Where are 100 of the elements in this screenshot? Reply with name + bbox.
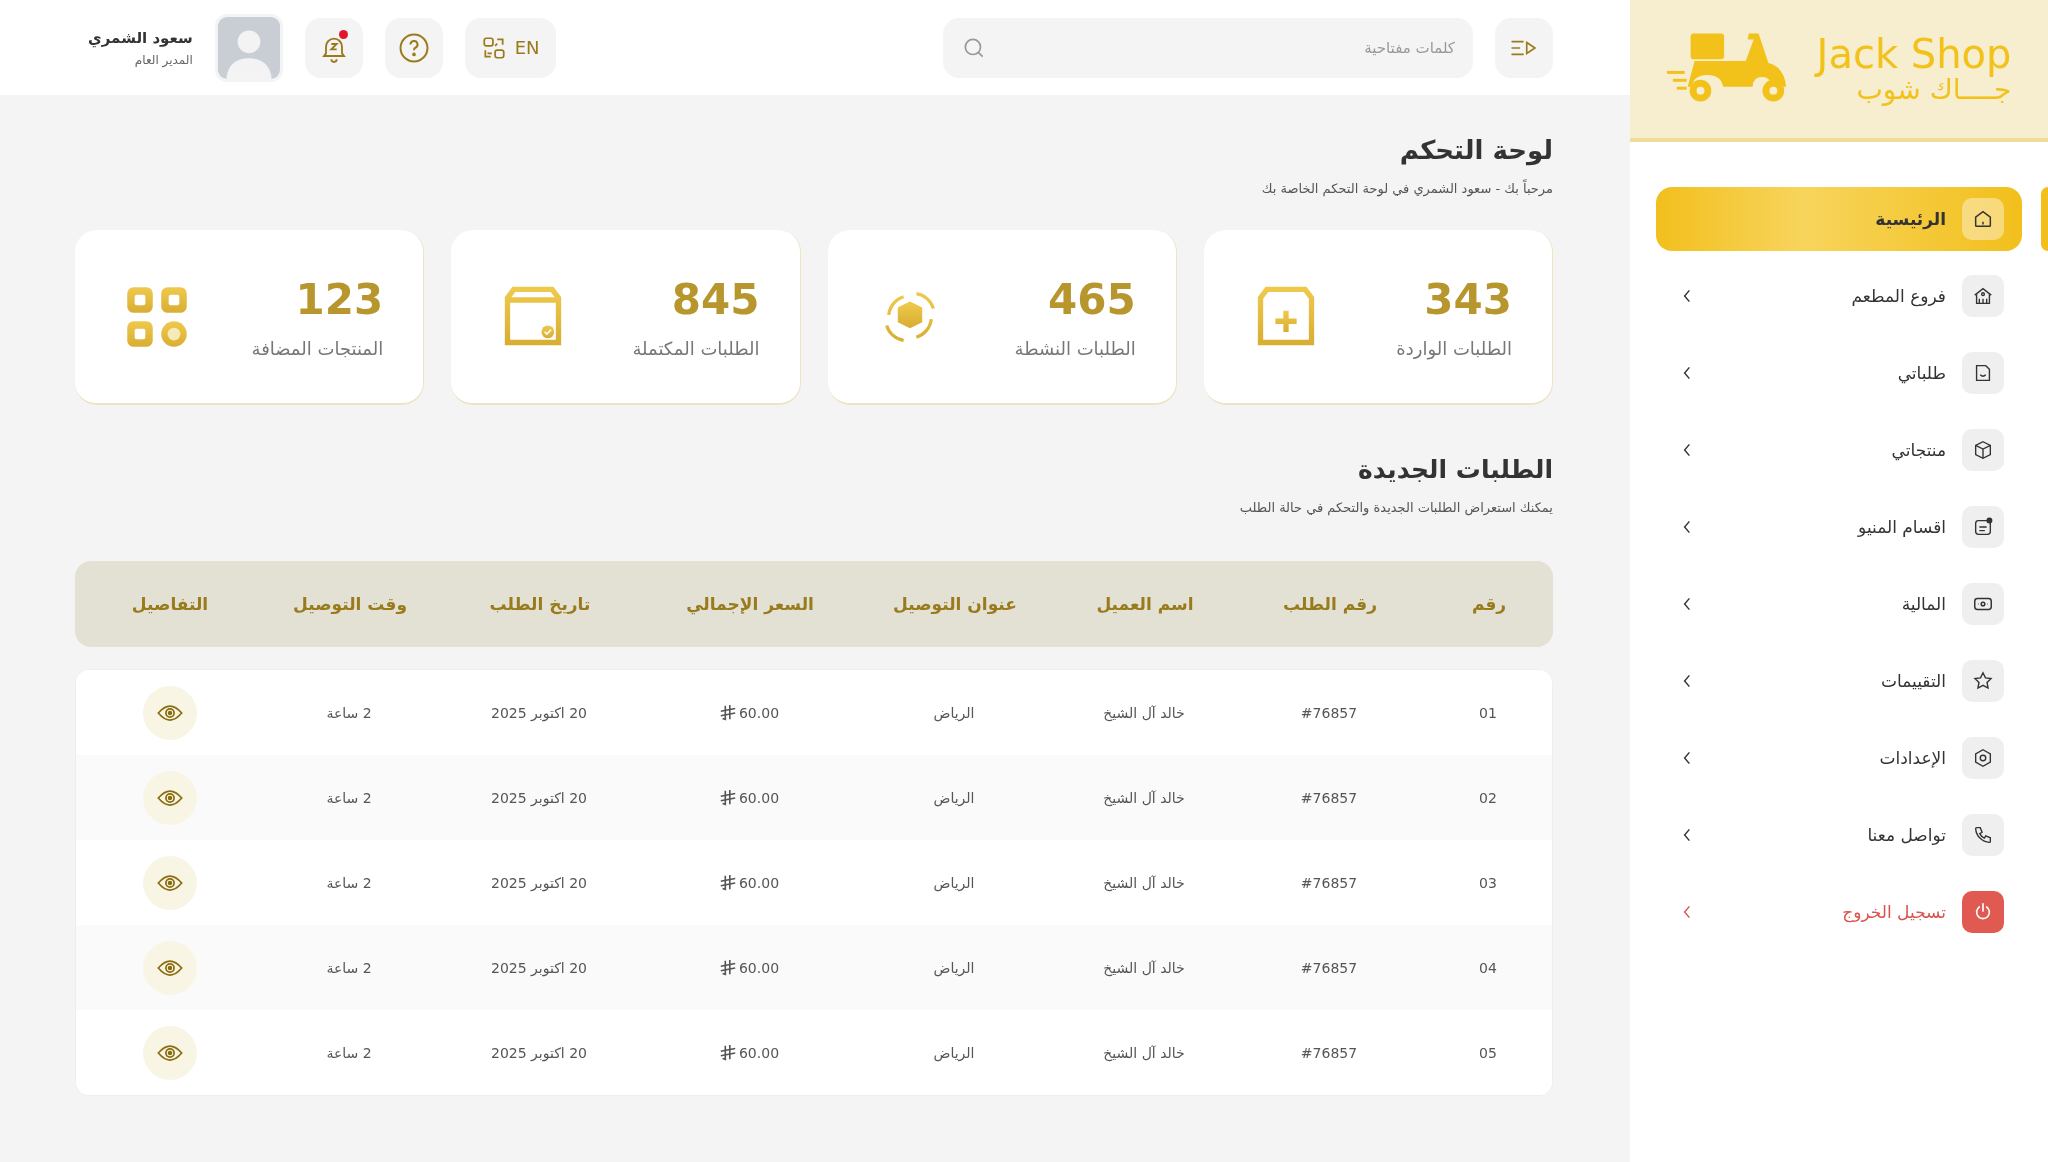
section-title: الطلبات الجديدة [1357, 455, 1553, 484]
table-cell: الرياض [933, 789, 975, 806]
chevron-icon [1682, 904, 1692, 920]
table-cell: #76857 [1300, 789, 1358, 806]
table-cell: 05 [1479, 1044, 1497, 1061]
column-header: السعر الإجمالي [685, 594, 815, 614]
phone-icon [1962, 814, 2004, 856]
stat-value: 465 [1047, 274, 1136, 324]
table-cell: #76857 [1300, 704, 1358, 721]
table-cell: 60.00 [738, 959, 780, 976]
column-header: التفاصيل [130, 594, 210, 614]
menu-button[interactable] [1495, 17, 1553, 78]
sidebar-item[interactable]: تواصل معنا [1656, 803, 2022, 867]
column-header: رقم [1470, 594, 1508, 614]
view-button[interactable] [143, 770, 197, 825]
column-header: عنوان التوصيل [892, 594, 1018, 614]
chevron-icon [1682, 365, 1692, 381]
table-cell: #76857 [1300, 1044, 1358, 1061]
table-cell: 03 [1479, 874, 1497, 891]
list-icon [1962, 506, 2004, 548]
table-cell: 20 اكتوبر 2025 [491, 959, 587, 976]
table-cell: #76857 [1300, 959, 1358, 976]
table-cell: خالد آل الشيخ [1103, 874, 1185, 891]
table-cell: خالد آل الشيخ [1103, 704, 1185, 721]
chevron-icon [1682, 827, 1692, 843]
table-cell: 02 [1479, 789, 1497, 806]
sidebar-item[interactable]: فروع المطعم [1656, 264, 2022, 328]
riyal-icon [718, 703, 737, 722]
table-cell: 2 ساعة [326, 1044, 372, 1061]
page-subtitle: مرحباً بك - سعود الشمري في لوحة التحكم الخاصة بك [1260, 181, 1553, 196]
table-cell: #76857 [1300, 874, 1358, 891]
table-cell: 60.00 [738, 874, 780, 891]
table-cell: خالد آل الشيخ [1103, 1044, 1185, 1061]
active-indicator [2041, 187, 2048, 251]
view-button[interactable] [143, 685, 197, 740]
brand-name: Jack Shop [1816, 32, 2012, 75]
box-icon [1962, 429, 2004, 471]
table-cell: خالد آل الشيخ [1103, 959, 1185, 976]
user-name: سعود الشمري [88, 28, 193, 47]
table-cell: الرياض [933, 704, 975, 721]
home-icon [1962, 198, 2004, 240]
sidebar-item[interactable]: المالية [1656, 572, 2022, 636]
sidebar-item[interactable]: الإعدادات [1656, 726, 2022, 790]
power-icon [1962, 891, 2004, 933]
sidebar-item[interactable]: طلباتي [1656, 341, 2022, 405]
table-cell: 01 [1479, 704, 1497, 721]
riyal-icon [718, 788, 737, 807]
view-button[interactable] [143, 1025, 197, 1080]
chevron-icon [1682, 519, 1692, 535]
table-cell: 2 ساعة [326, 704, 372, 721]
user-role: المدير العام [134, 52, 193, 67]
wallet-icon [1962, 583, 2004, 625]
table-cell: 60.00 [738, 789, 780, 806]
column-header: اسم العميل [1095, 594, 1195, 614]
table-cell: الرياض [933, 1044, 975, 1061]
building-icon [1962, 275, 2004, 317]
page-title: لوحة التحكم [1398, 135, 1553, 165]
table-cell: 20 اكتوبر 2025 [491, 704, 587, 721]
stat-label: المنتجات المضافة [251, 337, 384, 359]
riyal-icon [718, 873, 737, 892]
stat-value: 845 [670, 274, 760, 324]
chevron-icon [1682, 442, 1692, 458]
table-cell: الرياض [933, 874, 975, 891]
sidebar-item[interactable]: الرئيسية [1656, 187, 2022, 251]
notification-button[interactable] [304, 17, 363, 78]
section-subtitle: يمكنك استعراض الطلبات الجديدة والتحكم في حالة الطلب [1238, 500, 1553, 515]
sidebar-item[interactable]: اقسام المنيو [1656, 495, 2022, 559]
column-header: رقم الطلب [1282, 594, 1378, 614]
view-button[interactable] [143, 855, 197, 910]
document-icon [1962, 352, 2004, 394]
settings-icon [1962, 737, 2004, 779]
table-cell: 2 ساعة [326, 959, 372, 976]
sidebar-item[interactable]: منتجاتي [1656, 418, 2022, 482]
help-button[interactable] [384, 17, 443, 78]
table-cell: خالد آل الشيخ [1103, 789, 1185, 806]
table-cell: 20 اكتوبر 2025 [491, 874, 587, 891]
table-cell: 20 اكتوبر 2025 [491, 789, 587, 806]
avatar-icon [214, 13, 283, 82]
stat-value: 123 [294, 274, 384, 324]
table-cell: 04 [1479, 959, 1497, 976]
column-header: تاريخ الطلب [488, 594, 592, 614]
table-cell: 60.00 [738, 1044, 780, 1061]
chevron-icon [1682, 673, 1692, 689]
sidebar-item[interactable]: تسجيل الخروج [1656, 880, 2022, 944]
table-cell: الرياض [933, 959, 975, 976]
table-cell: 60.00 [738, 704, 780, 721]
chevron-icon [1682, 596, 1692, 612]
view-button[interactable] [143, 940, 197, 995]
translate-icon [480, 34, 507, 61]
stat-label: الطلبات النشطة [1014, 337, 1136, 359]
stat-label: الطلبات الواردة [1396, 337, 1512, 359]
sidebar-item[interactable]: التقييمات [1656, 649, 2022, 713]
chevron-icon [1682, 288, 1692, 304]
search-field[interactable]: كلمات مفتاحية [943, 17, 1473, 78]
stat-value: 343 [1423, 274, 1512, 324]
chevron-icon [1682, 750, 1692, 766]
table-cell: 2 ساعة [326, 789, 372, 806]
language-button[interactable]: EN [464, 17, 556, 78]
table-cell: 2 ساعة [326, 874, 372, 891]
table-cell: 20 اكتوبر 2025 [491, 1044, 587, 1061]
